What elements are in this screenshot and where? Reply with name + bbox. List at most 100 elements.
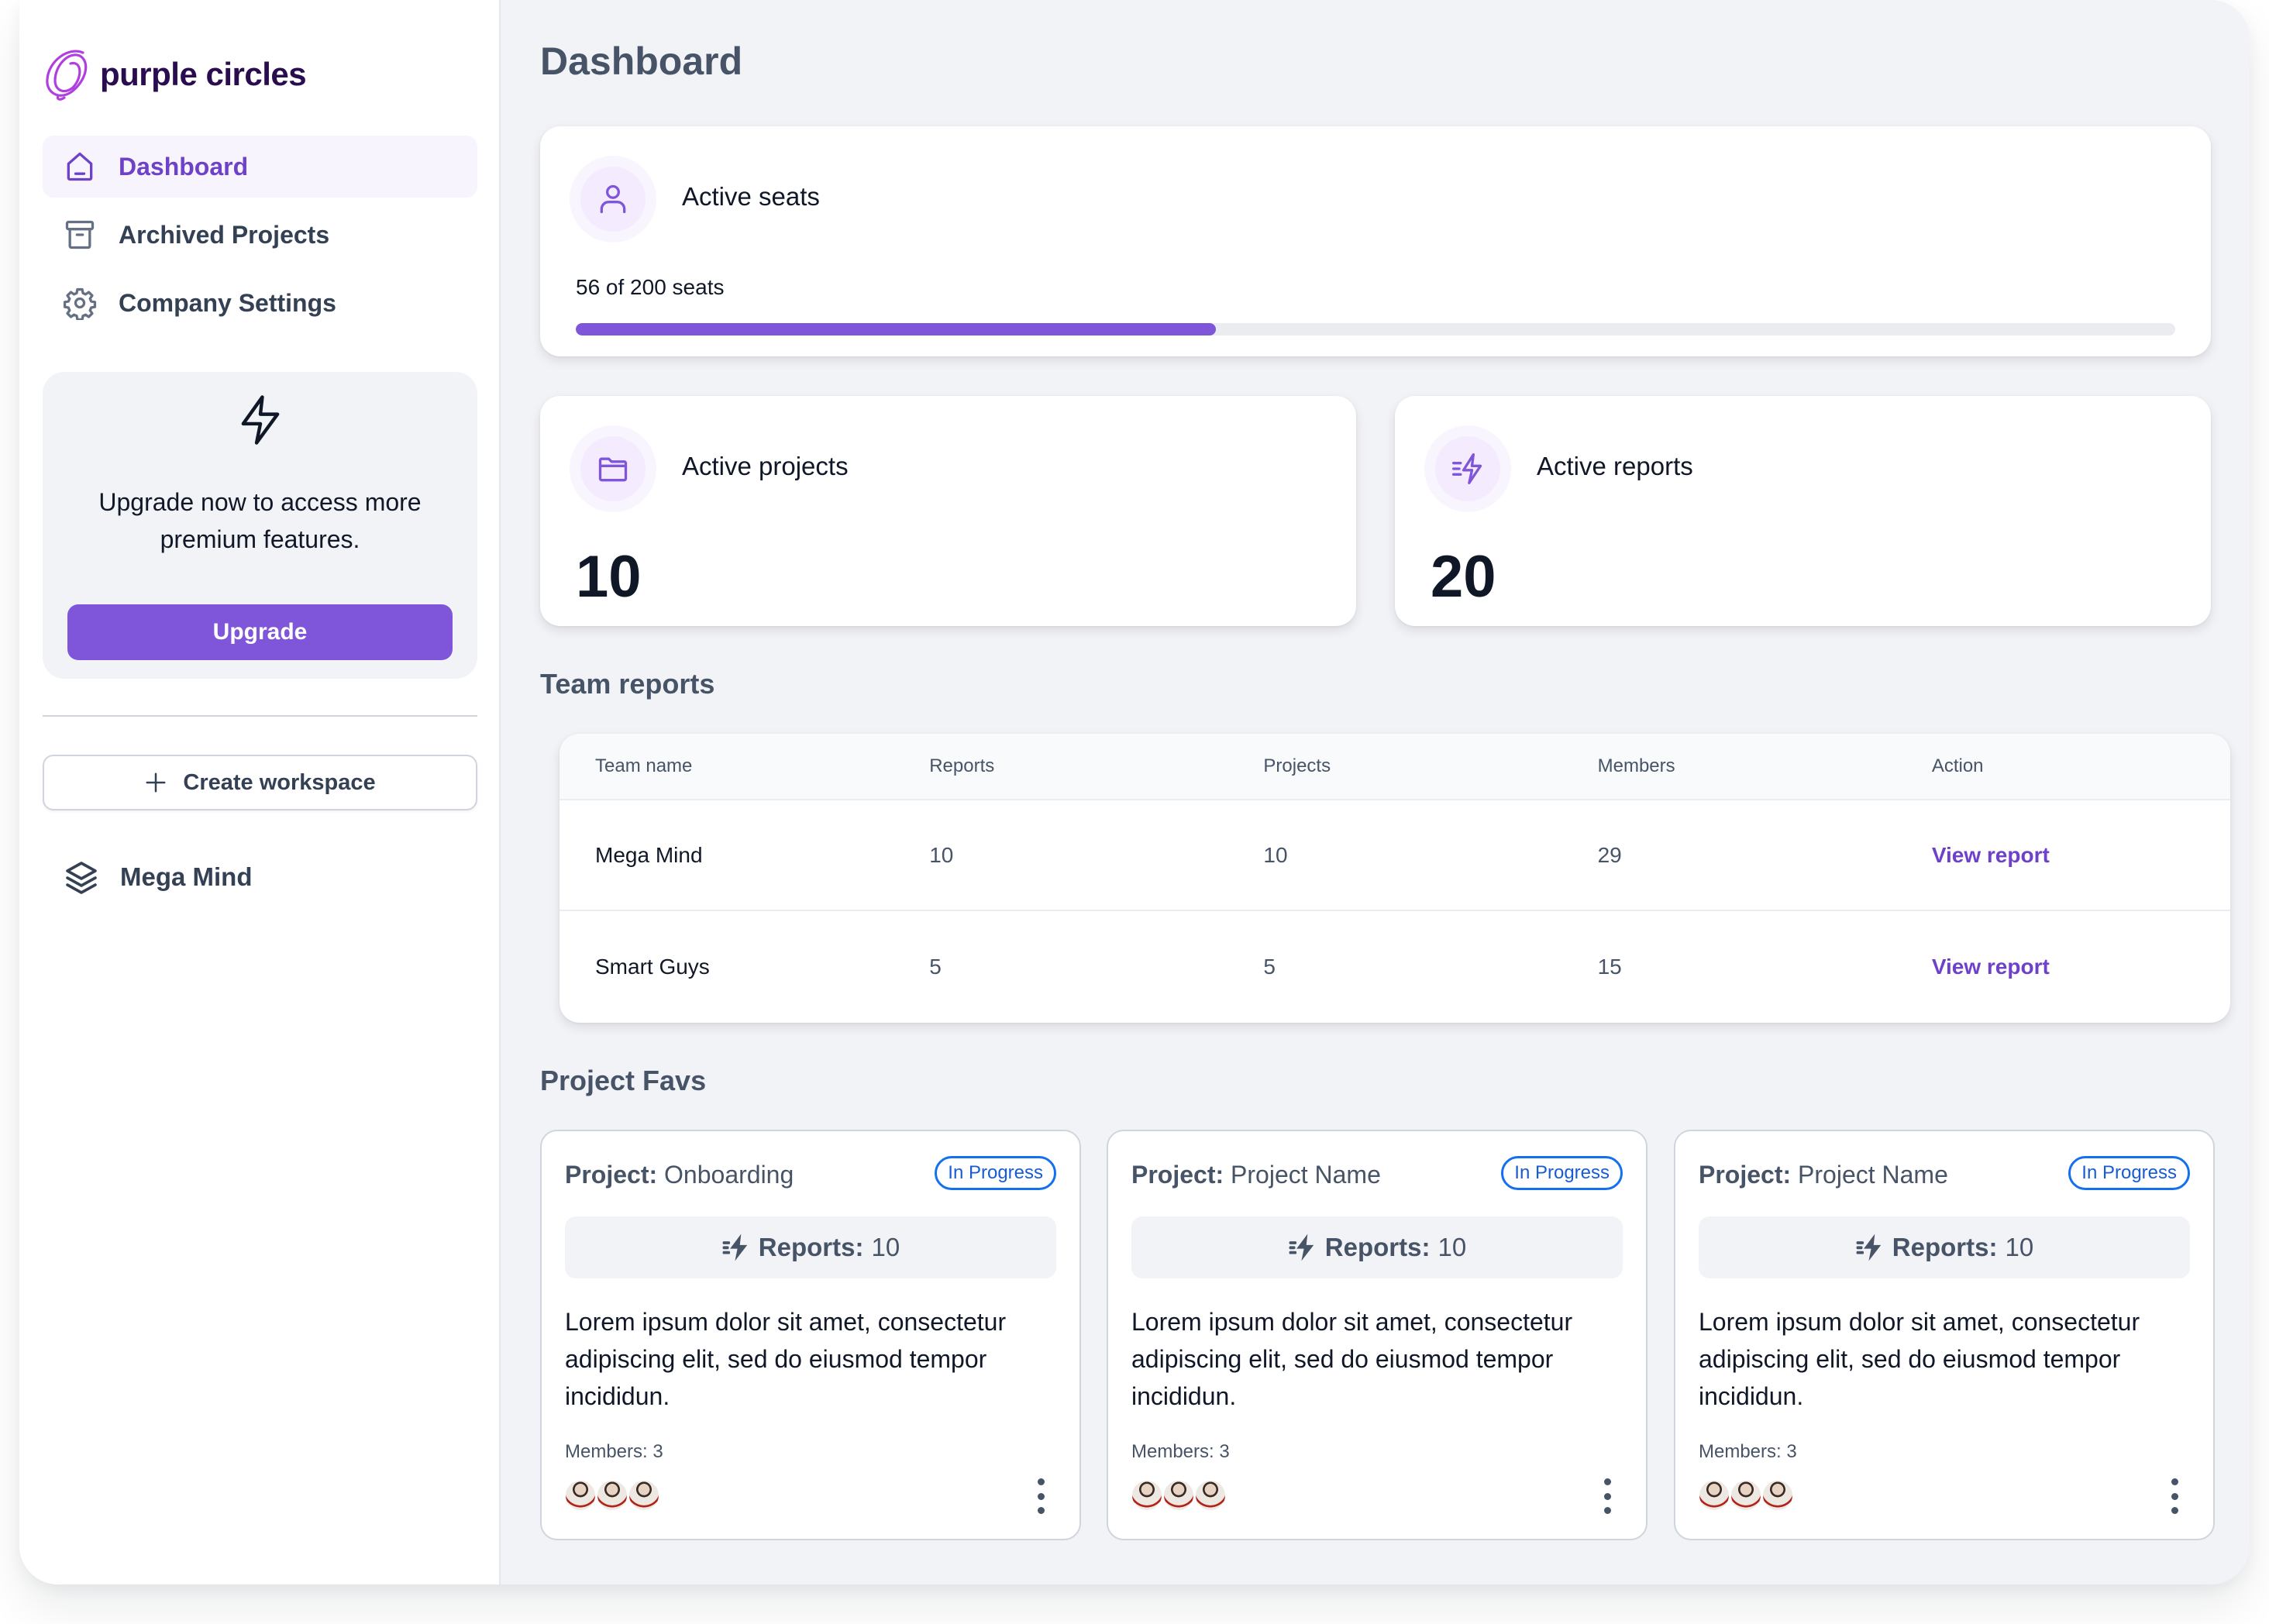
- upgrade-button[interactable]: Upgrade: [67, 604, 453, 660]
- project-title: Project: Onboarding: [565, 1161, 794, 1189]
- fast-lightning-icon: [1856, 1233, 1882, 1261]
- team-reports-title: Team reports: [540, 668, 715, 700]
- upgrade-card: Upgrade now to access more premium featu…: [43, 372, 477, 679]
- members-cell: 15: [1597, 954, 1622, 979]
- sidebar-item-label: Archived Projects: [119, 220, 330, 249]
- project-name: Project Name: [1231, 1161, 1381, 1189]
- column-header[interactable]: Members: [1562, 755, 1896, 777]
- active-reports-label: Active reports: [1537, 452, 1693, 480]
- seats-summary: 56 of 200 seats: [576, 275, 725, 299]
- brand-logo[interactable]: purple circles: [43, 46, 307, 102]
- team-name-cell: Smart Guys: [595, 954, 710, 979]
- create-workspace-label: Create workspace: [183, 769, 376, 795]
- more-options-icon[interactable]: [2167, 1478, 2182, 1514]
- members-count: Members: 3: [1699, 1441, 1797, 1462]
- project-name: Onboarding: [664, 1161, 794, 1189]
- member-avatars: [1699, 1480, 1794, 1511]
- more-options-icon[interactable]: [1033, 1478, 1048, 1514]
- view-report-link[interactable]: View report: [1896, 843, 2230, 868]
- active-projects-value: 10: [576, 544, 642, 610]
- member-avatars: [565, 1480, 660, 1511]
- user-icon: [600, 184, 626, 214]
- fast-lightning-icon: [1289, 1233, 1314, 1261]
- home-icon: [67, 152, 93, 181]
- reports-label: Reports:: [1324, 1233, 1431, 1261]
- lightning-icon: [241, 395, 279, 445]
- reports-cell: 5: [929, 954, 942, 979]
- project-name: Project Name: [1798, 1161, 1948, 1189]
- fast-lightning-icon: [1452, 453, 1482, 484]
- projects-cell: 10: [1263, 842, 1288, 867]
- project-description: Lorem ipsum dolor sit amet, consectetur …: [1131, 1308, 1573, 1410]
- sidebar-item-label: Dashboard: [119, 152, 249, 181]
- active-reports-value: 20: [1431, 544, 1496, 610]
- project-label: Project:: [565, 1161, 658, 1189]
- folder-icon: [598, 457, 628, 482]
- avatar[interactable]: [1762, 1480, 1793, 1511]
- active-seats-label: Active seats: [682, 182, 820, 211]
- brand-name: purple circles: [100, 56, 307, 92]
- gear-icon: [63, 287, 97, 320]
- reports-label: Reports:: [1892, 1233, 1998, 1261]
- avatar[interactable]: [1131, 1480, 1162, 1511]
- project-card[interactable]: Project: Project Name In Progress Report…: [1674, 1130, 2215, 1540]
- sidebar: purple circles Dashboard Archived Projec…: [19, 0, 501, 1584]
- sidebar-item-label: Company Settings: [119, 288, 336, 317]
- stat-icon-wrap: [570, 156, 656, 243]
- stat-icon-wrap: [570, 425, 656, 512]
- avatar[interactable]: [1730, 1480, 1761, 1511]
- projects-cell: 5: [1263, 954, 1276, 979]
- avatar[interactable]: [565, 1480, 596, 1511]
- column-header: Action: [1931, 755, 1984, 776]
- avatar[interactable]: [628, 1480, 659, 1511]
- project-title: Project: Project Name: [1131, 1161, 1381, 1189]
- sidebar-item-archived-projects[interactable]: Archived Projects: [43, 204, 477, 266]
- column-header[interactable]: Team name: [560, 755, 893, 777]
- team-name-cell: Mega Mind: [595, 842, 703, 867]
- reports-value: 10: [2005, 1233, 2034, 1261]
- project-card[interactable]: Project: Onboarding In Progress Reports:…: [540, 1130, 1081, 1540]
- seats-progress-bar: [576, 323, 2175, 335]
- sidebar-divider: [43, 715, 477, 717]
- project-reports-count: Reports: 10: [1699, 1216, 2190, 1278]
- status-badge: In Progress: [935, 1156, 1056, 1190]
- project-description: Lorem ipsum dolor sit amet, consectetur …: [565, 1308, 1007, 1410]
- sidebar-nav: Dashboard Archived Projects Company Sett…: [43, 136, 477, 340]
- members-count: Members: 3: [565, 1441, 663, 1462]
- sidebar-item-company-settings[interactable]: Company Settings: [43, 272, 477, 334]
- more-options-icon[interactable]: [1599, 1478, 1615, 1514]
- avatar[interactable]: [1195, 1480, 1226, 1511]
- column-header[interactable]: Projects: [1227, 755, 1561, 777]
- project-card[interactable]: Project: Project Name In Progress Report…: [1107, 1130, 1648, 1540]
- reports-value: 10: [871, 1233, 900, 1261]
- reports-value: 10: [1437, 1233, 1467, 1261]
- column-header[interactable]: Reports: [893, 755, 1227, 777]
- status-badge: In Progress: [2068, 1156, 2190, 1190]
- workspace-label: Mega Mind: [120, 862, 253, 891]
- main-content: Dashboard Active seats 56 of 200 seats A…: [501, 0, 2250, 1584]
- stat-icon-wrap: [1424, 425, 1511, 512]
- members-count: Members: 3: [1131, 1441, 1230, 1462]
- project-title: Project: Project Name: [1699, 1161, 1948, 1189]
- project-favs-title: Project Favs: [540, 1065, 707, 1096]
- workspace-item-mega-mind[interactable]: Mega Mind: [63, 858, 253, 896]
- reports-cell: 10: [929, 842, 954, 867]
- layers-icon: [66, 862, 97, 894]
- scribble-circle-logo-icon: [46, 50, 88, 101]
- avatar[interactable]: [597, 1480, 628, 1511]
- avatar[interactable]: [1699, 1480, 1730, 1511]
- page-title: Dashboard: [540, 40, 743, 83]
- avatar[interactable]: [1163, 1480, 1194, 1511]
- reports-label: Reports:: [758, 1233, 864, 1261]
- create-workspace-button[interactable]: Create workspace: [43, 755, 477, 810]
- table-header: Team name Reports Projects Members Actio…: [560, 734, 2230, 800]
- upgrade-message: Upgrade now to access more premium featu…: [98, 488, 422, 553]
- archive-icon: [65, 220, 95, 249]
- table-row: Smart Guys 5 5 15 View report: [560, 911, 2230, 1022]
- view-report-link[interactable]: View report: [1896, 955, 2230, 979]
- project-label: Project:: [1131, 1161, 1224, 1189]
- plus-icon: [146, 772, 166, 793]
- sidebar-item-dashboard[interactable]: Dashboard: [43, 136, 477, 198]
- active-projects-card: Active projects 10: [540, 396, 1356, 626]
- app-window: purple circles Dashboard Archived Projec…: [19, 0, 2250, 1584]
